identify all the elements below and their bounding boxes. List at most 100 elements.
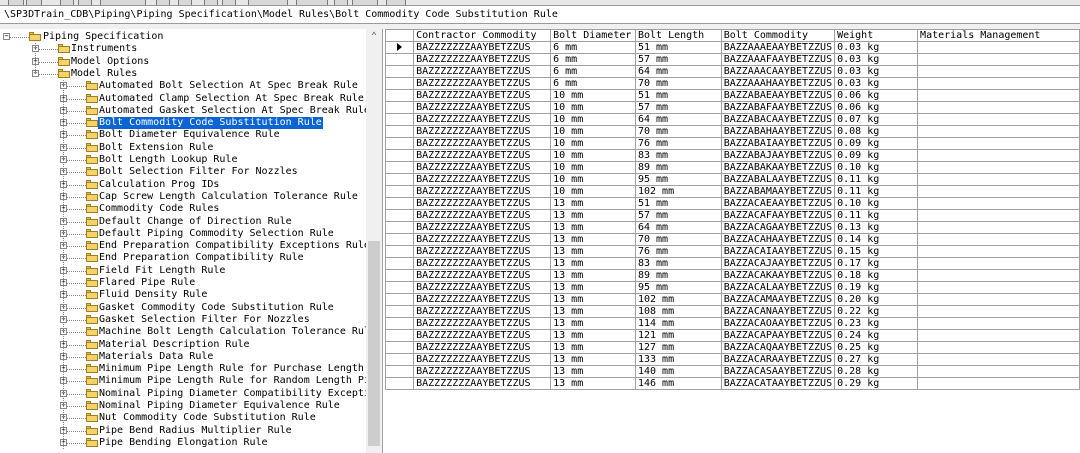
table-cell[interactable]: 0.29 kg [834, 377, 919, 390]
table-cell[interactable]: 121 mm [634, 329, 722, 342]
table-row[interactable]: BAZZZZZZZAAYBETZZUS 10 mm 64 mm BAZZABACAAY… [385, 113, 1080, 126]
table-cell[interactable] [917, 353, 1080, 366]
table-cell[interactable]: 0.07 kg [834, 113, 919, 126]
tree-item-rule[interactable]: + Gasket Commodity Code Substitution Rule [0, 302, 366, 314]
tree-item-rule[interactable]: + Gasket Selection Filter For Nozzles [0, 314, 366, 326]
row-header[interactable] [385, 53, 415, 66]
table-cell[interactable]: 64 mm [634, 113, 722, 126]
table-cell[interactable]: 6 mm [550, 41, 636, 54]
column-header[interactable]: Weight [834, 29, 919, 42]
table-cell[interactable]: BAZZABAHAAYBETZZUS [720, 125, 836, 138]
table-cell[interactable]: 108 mm [634, 305, 722, 318]
table-cell[interactable]: 0.27 kg [834, 353, 919, 366]
table-cell[interactable] [917, 149, 1080, 162]
table-cell[interactable]: 10 mm [550, 149, 636, 162]
table-cell[interactable]: 83 mm [634, 257, 722, 270]
table-cell[interactable]: 10 mm [550, 137, 636, 150]
table-cell[interactable]: 146 mm [634, 377, 722, 390]
table-cell[interactable]: 133 mm [634, 353, 722, 366]
table-cell[interactable]: BAZZZZZZZAAYBETZZUS [413, 197, 552, 210]
column-header[interactable]: Bolt Commodity [720, 29, 836, 42]
table-cell[interactable]: BAZZACAPAAYBETZZUS [720, 329, 836, 342]
tree-item-rule[interactable]: + Flared Pipe Rule [0, 277, 366, 289]
row-header[interactable] [385, 185, 415, 198]
table-cell[interactable]: BAZZZZZZZAAYBETZZUS [413, 149, 552, 162]
table-cell[interactable]: 83 mm [634, 149, 722, 162]
table-cell[interactable] [917, 365, 1080, 378]
table-cell[interactable] [917, 77, 1080, 90]
table-row[interactable]: BAZZZZZZZAAYBETZZUS 10 mm 70 mm BAZZABAHAAY… [385, 125, 1080, 138]
table-cell[interactable]: BAZZZZZZZAAYBETZZUS [413, 353, 552, 366]
table-cell[interactable]: BAZZZZZZZAAYBETZZUS [413, 269, 552, 282]
table-cell[interactable]: 76 mm [634, 137, 722, 150]
table-cell[interactable] [917, 137, 1080, 150]
row-header[interactable] [385, 65, 415, 78]
table-cell[interactable]: 57 mm [634, 101, 722, 114]
row-header[interactable] [385, 125, 415, 138]
tree-item-level1[interactable]: + Model Options [0, 56, 366, 68]
table-cell[interactable]: BAZZACAEAAYBETZZUS [720, 197, 836, 210]
row-header[interactable] [385, 137, 415, 150]
column-header[interactable]: Materials Management [917, 29, 1080, 42]
table-cell[interactable]: BAZZZZZZZAAYBETZZUS [413, 329, 552, 342]
table-row[interactable]: BAZZZZZZZAAYBETZZUS 10 mm 95 mm BAZZABALAAY… [385, 173, 1080, 186]
table-cell[interactable] [917, 245, 1080, 258]
tree-item-rule[interactable]: + Calculation Prog IDs [0, 179, 366, 191]
table-cell[interactable]: 0.03 kg [834, 65, 919, 78]
tree-item-rule[interactable]: + Pipe Bending Elongation Rule [0, 437, 366, 449]
column-header[interactable]: Bolt Length [634, 29, 722, 42]
table-cell[interactable]: BAZZZZZZZAAYBETZZUS [413, 161, 552, 174]
data-grid[interactable]: Contractor Commodity Bolt Diameter Bolt Le… [385, 29, 1080, 453]
table-cell[interactable] [917, 65, 1080, 78]
table-cell[interactable] [917, 125, 1080, 138]
chevron-up-icon[interactable]: ⌃ [366, 29, 382, 45]
table-cell[interactable]: 0.09 kg [834, 149, 919, 162]
tree-item-rule[interactable]: + Nut Commodity Code Substitution Rule [0, 412, 366, 424]
table-cell[interactable]: BAZZACAJAAYBETZZUS [720, 257, 836, 270]
table-cell[interactable]: 0.20 kg [834, 293, 919, 306]
table-cell[interactable]: BAZZZZZZZAAYBETZZUS [413, 113, 552, 126]
table-cell[interactable] [917, 209, 1080, 222]
row-header[interactable] [385, 365, 415, 378]
table-cell[interactable]: BAZZZZZZZAAYBETZZUS [413, 317, 552, 330]
table-cell[interactable]: 0.24 kg [834, 329, 919, 342]
table-cell[interactable]: BAZZABAEAAYBETZZUS [720, 89, 836, 102]
table-cell[interactable]: 0.11 kg [834, 173, 919, 186]
row-header[interactable] [385, 221, 415, 234]
table-cell[interactable]: 13 mm [550, 341, 636, 354]
table-cell[interactable]: 70 mm [634, 233, 722, 246]
row-header[interactable] [385, 41, 415, 54]
row-header[interactable] [385, 317, 415, 330]
row-header[interactable] [385, 173, 415, 186]
table-cell[interactable]: 0.11 kg [834, 209, 919, 222]
table-cell[interactable]: BAZZACAGAAYBETZZUS [720, 221, 836, 234]
table-cell[interactable]: 51 mm [634, 197, 722, 210]
tree-item-rule[interactable]: + Automated Gasket Selection At Spec Brea… [0, 105, 370, 117]
table-cell[interactable]: 10 mm [550, 113, 636, 126]
table-cell[interactable]: BAZZABAJAAYBETZZUS [720, 149, 836, 162]
table-cell[interactable] [917, 185, 1080, 198]
row-header[interactable] [385, 281, 415, 294]
table-cell[interactable]: 57 mm [634, 53, 722, 66]
table-cell[interactable]: BAZZABALAAYBETZZUS [720, 173, 836, 186]
table-row[interactable]: BAZZZZZZZAAYBETZZUS 13 mm 114 mm BAZZACAOAA… [385, 317, 1080, 330]
tree-item-rule[interactable]: + Nominal Piping Diameter Equivalence Rul… [0, 400, 366, 412]
table-cell[interactable]: 10 mm [550, 125, 636, 138]
table-cell[interactable]: 70 mm [634, 125, 722, 138]
table-cell[interactable]: BAZZAAAHAAYBETZZUS [720, 77, 836, 90]
table-cell[interactable]: 10 mm [550, 101, 636, 114]
table-cell[interactable] [917, 317, 1080, 330]
table-cell[interactable]: 0.18 kg [834, 269, 919, 282]
row-header[interactable] [385, 341, 415, 354]
table-cell[interactable]: BAZZACATAAYBETZZUS [720, 377, 836, 390]
tree-item-rule[interactable]: + Default Change of Direction Rule [0, 216, 366, 228]
tree-item-rule[interactable]: + Bolt Diameter Equivalence Rule [0, 129, 366, 141]
table-cell[interactable]: BAZZZZZZZAAYBETZZUS [413, 65, 552, 78]
table-cell[interactable]: 102 mm [634, 293, 722, 306]
table-cell[interactable]: 0.17 kg [834, 257, 919, 270]
table-cell[interactable]: BAZZABAKAAYBETZZUS [720, 161, 836, 174]
table-cell[interactable]: 76 mm [634, 245, 722, 258]
row-header[interactable] [385, 377, 415, 390]
table-row[interactable]: BAZZZZZZZAAYBETZZUS 13 mm 64 mm BAZZACAGAAY… [385, 221, 1080, 234]
table-cell[interactable]: 0.09 kg [834, 137, 919, 150]
